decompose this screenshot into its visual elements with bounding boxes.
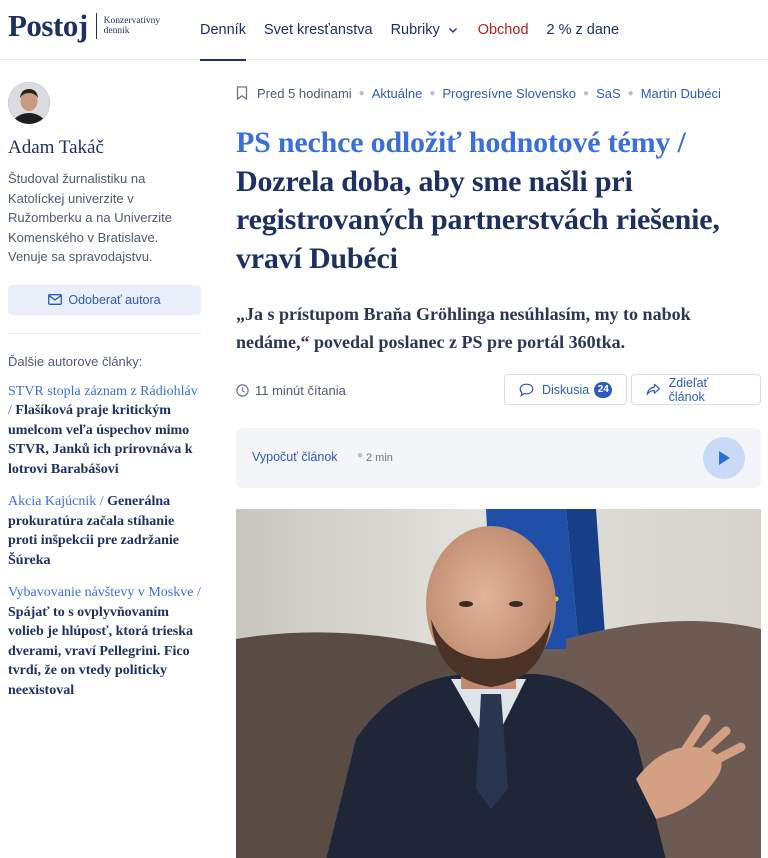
share-label: Zdieľať článok	[668, 375, 709, 404]
read-time: 11 minút čítania	[236, 383, 346, 398]
meta-dot: ●	[627, 87, 634, 99]
site-logo[interactable]: Postoj Konzervatívny denník	[8, 8, 174, 44]
follow-author-label: Odoberať autora	[68, 292, 161, 307]
logo-tagline: Konzervatívny denník	[103, 16, 161, 36]
article-title: Spájať to s ovplyvňovaním volieb je hlúp…	[8, 604, 194, 698]
nav-item-obchod[interactable]: Obchod	[478, 0, 529, 60]
nav-item-2-percenta[interactable]: 2 % z dane	[547, 0, 620, 60]
sidebar-divider	[8, 332, 201, 334]
more-articles-label: Ďalšie autorove články:	[8, 353, 143, 369]
author-avatar[interactable]	[8, 82, 50, 124]
tag-link[interactable]: Aktuálne	[372, 86, 423, 101]
article-main: Pred 5 hodinami ● Aktuálne ● Progresívne…	[236, 82, 761, 858]
avatar-image	[8, 82, 50, 124]
player-dot: ●	[357, 450, 364, 461]
meta-dot: ●	[429, 87, 436, 99]
mail-icon	[48, 294, 63, 305]
title-kicker: PS nechce odložiť hodnotové témy /	[236, 126, 686, 159]
discussion-label: Diskusia	[542, 382, 590, 397]
photo-image	[236, 509, 761, 858]
article-meta: Pred 5 hodinami ● Aktuálne ● Progresívne…	[236, 82, 761, 104]
play-button[interactable]	[703, 437, 745, 479]
nav-item-rubriky[interactable]: Rubriky	[391, 0, 460, 60]
site-header: Postoj Konzervatívny denník Denník Svet …	[0, 0, 768, 61]
nav-item-dennik[interactable]: Denník	[200, 0, 246, 61]
author-article-link[interactable]: STVR stopla záznam z Rádiohláv / Flašíko…	[8, 382, 201, 480]
tag-link[interactable]: Martin Dubéci	[641, 86, 721, 101]
article-kicker: Vybavovanie návštevy v Moskve /	[8, 585, 201, 600]
tag-link[interactable]: SaS	[596, 86, 621, 101]
article-photo	[236, 509, 761, 858]
listen-article-label[interactable]: Vypočuť článok	[252, 450, 338, 464]
bookmark-icon[interactable]	[236, 86, 248, 100]
nav-item-label: Rubriky	[390, 22, 440, 38]
author-bio: Študoval žurnalistiku na Katolíckej univ…	[8, 171, 173, 264]
share-icon	[646, 383, 661, 396]
meta-dot: ●	[583, 87, 590, 99]
article-actions: 11 minút čítania Diskusia 24 Zdieľať člá…	[236, 374, 761, 406]
logo-divider	[95, 13, 97, 39]
main-nav: Denník Svet kresťanstva Rubriky Obchod 2…	[200, 0, 637, 61]
audio-player: Vypočuť článok ● 2 min	[236, 428, 761, 488]
chat-icon	[519, 383, 534, 397]
audio-duration: 2 min	[366, 452, 393, 464]
play-icon	[719, 451, 730, 465]
discussion-button[interactable]: Diskusia 24	[504, 374, 628, 405]
nav-item-label: Svet kresťanstva	[263, 22, 373, 38]
author-name[interactable]: Adam Takáč	[8, 137, 201, 159]
article-title: PS nechce odložiť hodnotové témy / Dozre…	[236, 124, 761, 278]
nav-item-label: Obchod	[477, 22, 529, 38]
nav-item-label: Denník	[200, 22, 246, 38]
publish-time: Pred 5 hodinami	[257, 85, 352, 101]
author-article-link[interactable]: Vybavovanie návštevy v Moskve / Spájať t…	[8, 583, 201, 700]
author-sidebar: Adam Takáč Študoval žurnalistiku na Kato…	[8, 82, 201, 700]
follow-author-button[interactable]: Odoberať autora	[8, 284, 201, 315]
nav-item-svet-krestanstva[interactable]: Svet kresťanstva	[264, 0, 373, 60]
read-time-label: 11 minút čítania	[255, 382, 346, 398]
nav-item-label: 2 % z dane	[546, 22, 620, 38]
discussion-count-badge: 24	[594, 381, 613, 398]
article-lead: „Ja s prístupom Braňa Gröhlinga nesúhlas…	[236, 304, 691, 352]
title-main: Dozrela doba, aby sme našli pri registro…	[236, 164, 720, 275]
article-kicker: Akcia Kajúcnik /	[8, 494, 104, 509]
share-article-button[interactable]: Zdieľať článok	[631, 374, 761, 405]
article-title: Flašíková praje kritickým umelcom veľa ú…	[8, 403, 193, 477]
logo-wordmark: Postoj	[8, 8, 88, 43]
chevron-down-icon	[448, 28, 457, 33]
tag-link[interactable]: Progresívne Slovensko	[442, 86, 576, 101]
author-article-link[interactable]: Akcia Kajúcnik / Generálna prokuratúra z…	[8, 492, 201, 570]
meta-dot: ●	[358, 87, 365, 99]
clock-icon	[236, 383, 249, 397]
